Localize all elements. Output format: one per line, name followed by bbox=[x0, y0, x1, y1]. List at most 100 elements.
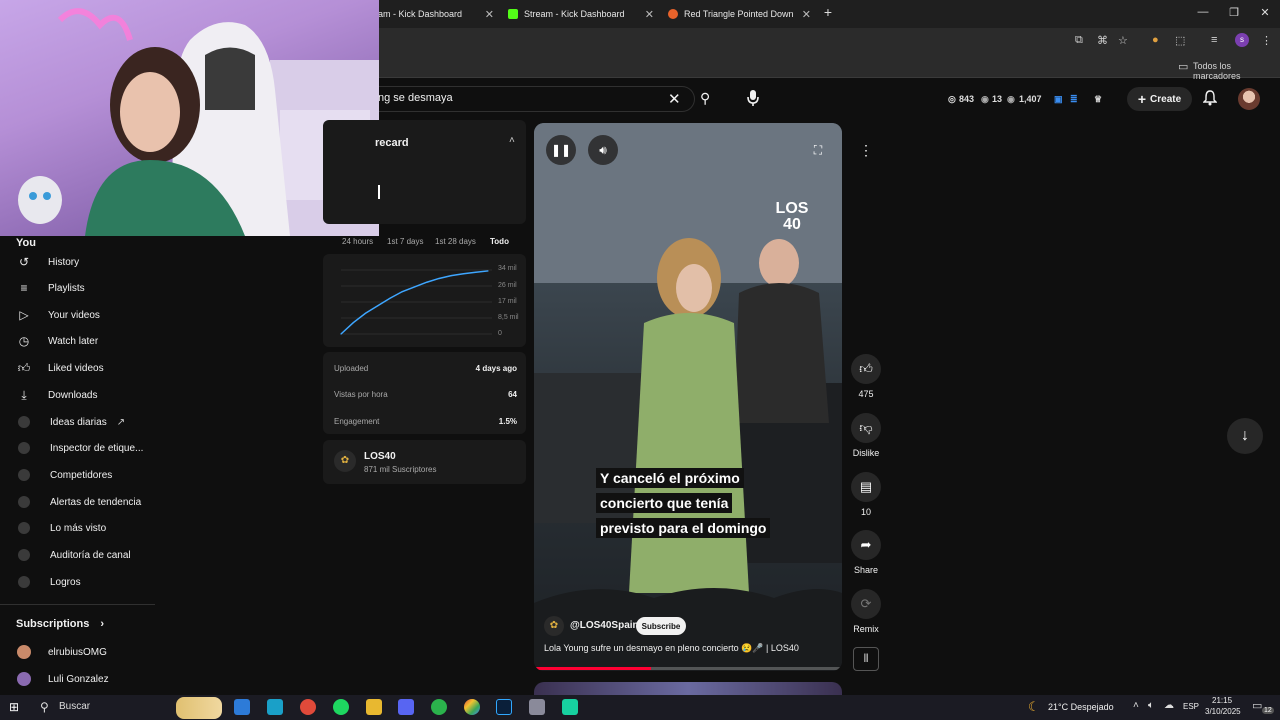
account-avatar[interactable] bbox=[1238, 88, 1260, 110]
channel-handle[interactable]: @LOS40Spain bbox=[570, 620, 639, 631]
app-icon[interactable] bbox=[529, 699, 545, 715]
sidebar-item-history[interactable]: ↺ History bbox=[0, 249, 155, 275]
tray-chevron-up-icon[interactable]: ˄ bbox=[1133, 700, 1139, 711]
spotify-icon[interactable] bbox=[333, 699, 349, 715]
copilot-icon[interactable] bbox=[234, 699, 250, 715]
close-tab-icon[interactable]: ✕ bbox=[802, 8, 811, 21]
dislike-button[interactable]: 👎︎ Dislike bbox=[850, 413, 882, 458]
extension-badge-icon[interactable]: ▣ bbox=[1054, 94, 1063, 105]
channel-card[interactable]: ✿ LOS40 871 mil Suscriptores bbox=[323, 440, 526, 484]
sidebar-item-logros[interactable]: Logros bbox=[0, 569, 155, 595]
windows-start-icon[interactable]: ⊞ bbox=[9, 700, 19, 714]
notification-icon[interactable]: ▭ bbox=[1252, 699, 1262, 712]
list-icon[interactable]: ≣ bbox=[1070, 94, 1078, 105]
share-button[interactable]: ➦ Share bbox=[850, 530, 882, 575]
microphone-icon[interactable] bbox=[746, 89, 762, 109]
next-video-button[interactable]: ↓ bbox=[1227, 418, 1263, 454]
weather-text[interactable]: 21°C Despejado bbox=[1048, 702, 1114, 712]
sidebar-item-alertas[interactable]: Alertas de tendencia bbox=[0, 489, 155, 515]
range-all[interactable]: Todo bbox=[490, 237, 509, 246]
sidebar-item-liked-videos[interactable]: 👍︎ Liked videos bbox=[0, 355, 155, 381]
more-options-icon[interactable]: ⋮ bbox=[859, 142, 873, 159]
translate-icon[interactable]: ⌘ bbox=[1097, 34, 1108, 47]
sidebar-item-auditoria[interactable]: Auditoría de canal bbox=[0, 542, 155, 568]
close-tab-icon[interactable]: ✕ bbox=[645, 8, 654, 21]
tab-red-triangle[interactable]: Red Triangle Pointed Down ✕ bbox=[662, 0, 817, 28]
shorts-player[interactable]: ❚❚ 🔊︎ ⛶ LOS 40 Y canceló el próximo conc… bbox=[534, 123, 842, 671]
tab-kick-dashboard-1[interactable]: am - Kick Dashboard ✕ bbox=[372, 0, 500, 28]
video-title[interactable]: Lola Young sufre un desmayo en pleno con… bbox=[544, 643, 799, 654]
share-icon: ➦ bbox=[851, 530, 881, 560]
subscription-item[interactable]: Luli Gonzalez bbox=[0, 667, 109, 691]
sidebar-item-lo-mas-visto[interactable]: Lo más visto bbox=[0, 515, 155, 541]
subscribe-button[interactable]: Subscribe bbox=[636, 617, 686, 635]
like-button[interactable]: 👍︎ 475 bbox=[850, 354, 882, 399]
discord-icon[interactable] bbox=[398, 699, 414, 715]
audio-waveform-icon[interactable]: ⦀ bbox=[853, 647, 879, 671]
clear-search-icon[interactable]: ✕ bbox=[668, 90, 681, 108]
channel-avatar[interactable]: ✿ bbox=[544, 616, 564, 636]
search-input[interactable]: ng se desmaya ✕ bbox=[360, 86, 695, 112]
cast-icon[interactable]: ⧉ bbox=[1075, 34, 1083, 47]
minimize-icon[interactable]: — bbox=[1195, 6, 1211, 18]
file-explorer-icon[interactable] bbox=[366, 699, 382, 715]
playlists-icon: ≡ bbox=[20, 281, 28, 295]
downloads-icon: ⤓ bbox=[21, 387, 27, 402]
next-short-preview[interactable] bbox=[534, 682, 842, 695]
extension-item-icon bbox=[18, 442, 30, 454]
subscription-item[interactable]: elrubiusOMG bbox=[0, 640, 107, 664]
photoshop-icon[interactable] bbox=[496, 699, 512, 715]
new-tab-icon[interactable]: + bbox=[820, 4, 836, 20]
search-icon[interactable]: ⚲ bbox=[700, 90, 710, 107]
remix-button[interactable]: ⟳ Remix bbox=[850, 589, 882, 634]
sidebar-item-label: Downloads bbox=[48, 389, 98, 401]
tab-search-icon[interactable]: ≡ bbox=[1211, 34, 1217, 46]
sidebar-item-playlists[interactable]: ≡ Playlists bbox=[0, 275, 155, 301]
sidebar-item-ideas-diarias[interactable]: Ideas diarias ↗ bbox=[0, 409, 155, 435]
sidebar-item-your-videos[interactable]: ▷ Your videos bbox=[0, 302, 155, 328]
close-tab-icon[interactable]: ✕ bbox=[485, 8, 494, 21]
profile-icon[interactable]: s bbox=[1235, 33, 1249, 47]
create-button[interactable]: + Create bbox=[1127, 87, 1192, 111]
subscriptions-header[interactable]: Subscriptions › bbox=[16, 618, 104, 630]
range-7d[interactable]: 1st 7 days bbox=[387, 237, 423, 246]
range-24h[interactable]: 24 hours bbox=[342, 237, 373, 246]
comments-button[interactable]: ▤ 10 bbox=[850, 472, 882, 517]
bookmark-star-icon[interactable]: ☆ bbox=[1118, 34, 1128, 47]
search-icon[interactable]: ⚲ bbox=[40, 700, 49, 714]
range-28d[interactable]: 1st 28 days bbox=[435, 237, 476, 246]
plus-icon: + bbox=[1137, 91, 1147, 107]
tab-kick-dashboard-2[interactable]: Stream - Kick Dashboard ✕ bbox=[502, 0, 660, 28]
pause-button[interactable]: ❚❚ bbox=[546, 135, 576, 165]
close-window-icon[interactable]: ✕ bbox=[1257, 6, 1273, 19]
sidebar-item-label: Playlists bbox=[48, 282, 85, 294]
whatsapp-icon[interactable] bbox=[431, 699, 447, 715]
trophy-icon[interactable]: ♕ bbox=[1094, 94, 1102, 105]
chrome-icon[interactable] bbox=[300, 699, 316, 715]
menu-dots-icon[interactable]: ⋮ bbox=[1261, 34, 1272, 47]
clock-time[interactable]: 21:15 bbox=[1212, 696, 1232, 705]
extensions-icon[interactable]: ⬚ bbox=[1175, 34, 1185, 47]
extension-icon[interactable]: ● bbox=[1152, 34, 1159, 46]
notifications-bell-icon[interactable] bbox=[1202, 90, 1218, 109]
chevron-up-icon[interactable]: ˄ bbox=[509, 135, 515, 146]
taskbar-search[interactable]: Buscar bbox=[59, 701, 90, 712]
progress-track[interactable] bbox=[534, 667, 842, 670]
sidebar-item-inspector[interactable]: Inspector de etique... bbox=[0, 435, 155, 461]
app-icon[interactable] bbox=[562, 699, 578, 715]
store-icon[interactable] bbox=[267, 699, 283, 715]
sidebar-item-competidores[interactable]: Competidores bbox=[0, 462, 155, 488]
sidebar-item-watch-later[interactable]: ◷ Watch later bbox=[0, 328, 155, 354]
clock-date[interactable]: 3/10/2025 bbox=[1205, 707, 1241, 716]
fullscreen-button[interactable]: ⛶ bbox=[803, 135, 833, 165]
all-bookmarks-link[interactable]: Todos los marcadores bbox=[1193, 61, 1280, 81]
network-icon[interactable]: ☁ bbox=[1164, 700, 1174, 711]
volume-icon[interactable]: 🔈︎ bbox=[1148, 700, 1154, 711]
chrome-active-icon[interactable] bbox=[464, 699, 480, 715]
row-value: 1.5% bbox=[498, 417, 517, 426]
sidebar-you-header[interactable]: You bbox=[0, 236, 155, 250]
restore-icon[interactable]: ❐ bbox=[1226, 6, 1242, 19]
sidebar-item-downloads[interactable]: ⤓ Downloads bbox=[0, 382, 155, 408]
language-indicator[interactable]: ESP bbox=[1183, 702, 1199, 711]
volume-button[interactable]: 🔊︎ bbox=[588, 135, 618, 165]
